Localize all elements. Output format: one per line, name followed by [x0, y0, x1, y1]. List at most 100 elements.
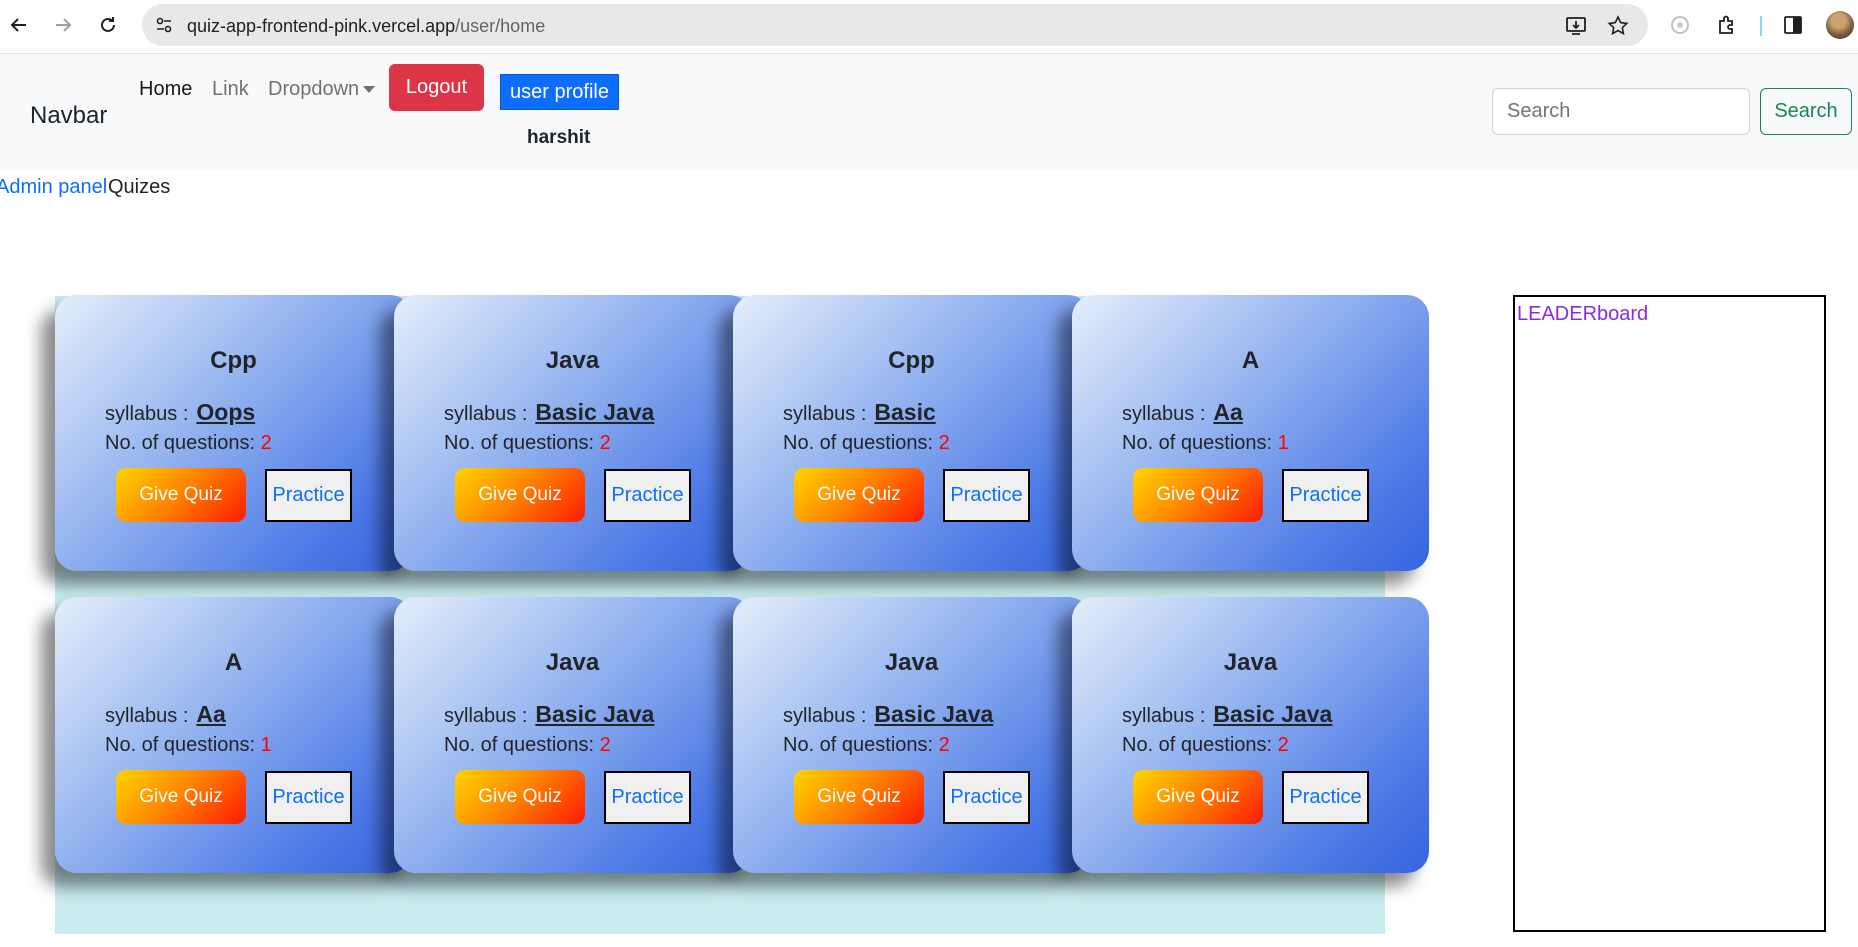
quiz-syllabus: syllabus : Basic: [783, 399, 936, 426]
questions-label: No. of questions:: [783, 432, 934, 454]
quiz-question-count: No. of questions: 1: [105, 734, 272, 757]
quiz-syllabus: syllabus : Basic Java: [783, 701, 993, 728]
questions-label: No. of questions:: [783, 734, 934, 756]
give-quiz-button[interactable]: Give Quiz: [1133, 770, 1263, 824]
navbar-brand[interactable]: Navbar: [30, 102, 107, 130]
questions-label: No. of questions:: [1122, 432, 1273, 454]
bookmark-star-icon[interactable]: [1605, 13, 1631, 39]
browser-toolbar: quiz-app-frontend-pink.vercel.app/user/h…: [0, 0, 1858, 54]
quiz-card: Java syllabus : Basic Java No. of questions…: [394, 295, 751, 571]
quiz-card: Java syllabus : Basic Java No. of questions…: [394, 597, 751, 873]
syllabus-label: syllabus :: [105, 705, 189, 727]
nav-link-link[interactable]: Link: [212, 78, 249, 101]
quiz-question-count: No. of questions: 2: [444, 432, 611, 455]
give-quiz-button[interactable]: Give Quiz: [794, 770, 924, 824]
syllabus-value[interactable]: Basic Java: [535, 701, 654, 727]
syllabus-label: syllabus :: [783, 403, 867, 425]
quiz-question-count: No. of questions: 2: [444, 734, 611, 757]
url-text: quiz-app-frontend-pink.vercel.app/user/h…: [187, 16, 546, 36]
practice-button[interactable]: Practice: [943, 469, 1030, 522]
forward-icon[interactable]: [48, 10, 78, 40]
questions-label: No. of questions:: [1122, 734, 1273, 756]
syllabus-value[interactable]: Basic Java: [1213, 701, 1332, 727]
give-quiz-button[interactable]: Give Quiz: [116, 468, 246, 522]
reload-icon[interactable]: [93, 10, 123, 40]
questions-label: No. of questions:: [105, 432, 256, 454]
syllabus-value[interactable]: Oops: [196, 399, 255, 425]
questions-count: 1: [1277, 432, 1289, 454]
quiz-question-count: No. of questions: 2: [783, 734, 950, 757]
quiz-question-count: No. of questions: 2: [783, 432, 950, 455]
practice-button[interactable]: Practice: [265, 469, 352, 522]
give-quiz-button[interactable]: Give Quiz: [455, 770, 585, 824]
quiz-question-count: No. of questions: 2: [1122, 734, 1289, 757]
user-profile-button[interactable]: user profile: [500, 74, 619, 110]
install-app-icon[interactable]: [1563, 13, 1589, 39]
questions-label: No. of questions:: [105, 734, 256, 756]
quiz-syllabus: syllabus : Basic Java: [444, 701, 654, 728]
syllabus-value[interactable]: Aa: [196, 701, 225, 727]
questions-count: 2: [938, 432, 950, 454]
give-quiz-button[interactable]: Give Quiz: [794, 468, 924, 522]
quiz-question-count: No. of questions: 1: [1122, 432, 1289, 455]
address-bar[interactable]: quiz-app-frontend-pink.vercel.app/user/h…: [142, 4, 1648, 46]
quiz-syllabus: syllabus : Aa: [105, 701, 226, 728]
extensions-puzzle-icon[interactable]: [1712, 10, 1742, 40]
syllabus-label: syllabus :: [444, 705, 528, 727]
syllabus-value[interactable]: Basic Java: [874, 701, 993, 727]
give-quiz-button[interactable]: Give Quiz: [1133, 468, 1263, 522]
syllabus-label: syllabus :: [1122, 705, 1206, 727]
questions-label: No. of questions:: [444, 432, 595, 454]
syllabus-value[interactable]: Aa: [1213, 399, 1242, 425]
nav-dropdown-label: Dropdown: [268, 78, 360, 100]
username-label: harshit: [527, 127, 591, 148]
practice-button[interactable]: Practice: [1282, 771, 1369, 824]
side-panel-icon[interactable]: [1778, 10, 1808, 40]
nav-link-home[interactable]: Home: [139, 78, 192, 101]
back-icon[interactable]: [4, 10, 34, 40]
quiz-title: Cpp: [888, 347, 935, 374]
quiz-card: Java syllabus : Basic Java No. of questions…: [733, 597, 1090, 873]
quiz-title: Cpp: [210, 347, 257, 374]
syllabus-label: syllabus :: [105, 403, 189, 425]
quiz-title: Java: [545, 649, 600, 676]
quiz-title: Java: [884, 649, 939, 676]
syllabus-value[interactable]: Basic Java: [535, 399, 654, 425]
syllabus-label: syllabus :: [1122, 403, 1206, 425]
nav-dropdown[interactable]: Dropdown: [268, 78, 376, 101]
practice-button[interactable]: Practice: [1282, 469, 1369, 522]
leaderboard-panel: LEADERboard: [1513, 295, 1826, 932]
practice-button[interactable]: Practice: [604, 469, 691, 522]
quiz-card: Asyllabus : Aa No. of questions: 1 Give Qui…: [55, 597, 412, 873]
quiz-question-count: No. of questions: 2: [105, 432, 272, 455]
questions-count: 2: [599, 432, 611, 454]
site-settings-icon[interactable]: [152, 13, 176, 37]
quiz-title: Java: [1223, 649, 1278, 676]
quizes-label: Quizes: [108, 176, 171, 198]
questions-count: 2: [1277, 734, 1289, 756]
extension-circle-icon[interactable]: [1665, 10, 1695, 40]
questions-label: No. of questions:: [444, 734, 595, 756]
syllabus-value[interactable]: Basic: [874, 399, 935, 425]
practice-button[interactable]: Practice: [604, 771, 691, 824]
questions-count: 2: [599, 734, 611, 756]
toolbar-divider: [1760, 16, 1762, 36]
quiz-syllabus: syllabus : Aa: [1122, 399, 1243, 426]
syllabus-label: syllabus :: [783, 705, 867, 727]
give-quiz-button[interactable]: Give Quiz: [116, 770, 246, 824]
app-navbar: Navbar Home Link Dropdown Logout user pr…: [0, 54, 1858, 169]
quiz-card: Cpp syllabus : Oops No. of questions: 2 Give…: [55, 295, 412, 571]
admin-panel-link[interactable]: Admin panel: [0, 176, 107, 199]
practice-button[interactable]: Practice: [265, 771, 352, 824]
profile-avatar[interactable]: [1826, 11, 1854, 39]
caret-down-icon: [363, 86, 376, 94]
questions-count: 2: [938, 734, 950, 756]
logout-button[interactable]: Logout: [389, 64, 484, 111]
search-input[interactable]: [1492, 88, 1750, 135]
quiz-title: A: [224, 649, 243, 676]
give-quiz-button[interactable]: Give Quiz: [455, 468, 585, 522]
quiz-card: Cpp syllabus : Basic No. of questions: 2 Giv…: [733, 295, 1090, 571]
search-button[interactable]: Search: [1760, 88, 1852, 135]
quiz-card: Java syllabus : Basic Java No. of questions…: [1072, 597, 1429, 873]
practice-button[interactable]: Practice: [943, 771, 1030, 824]
